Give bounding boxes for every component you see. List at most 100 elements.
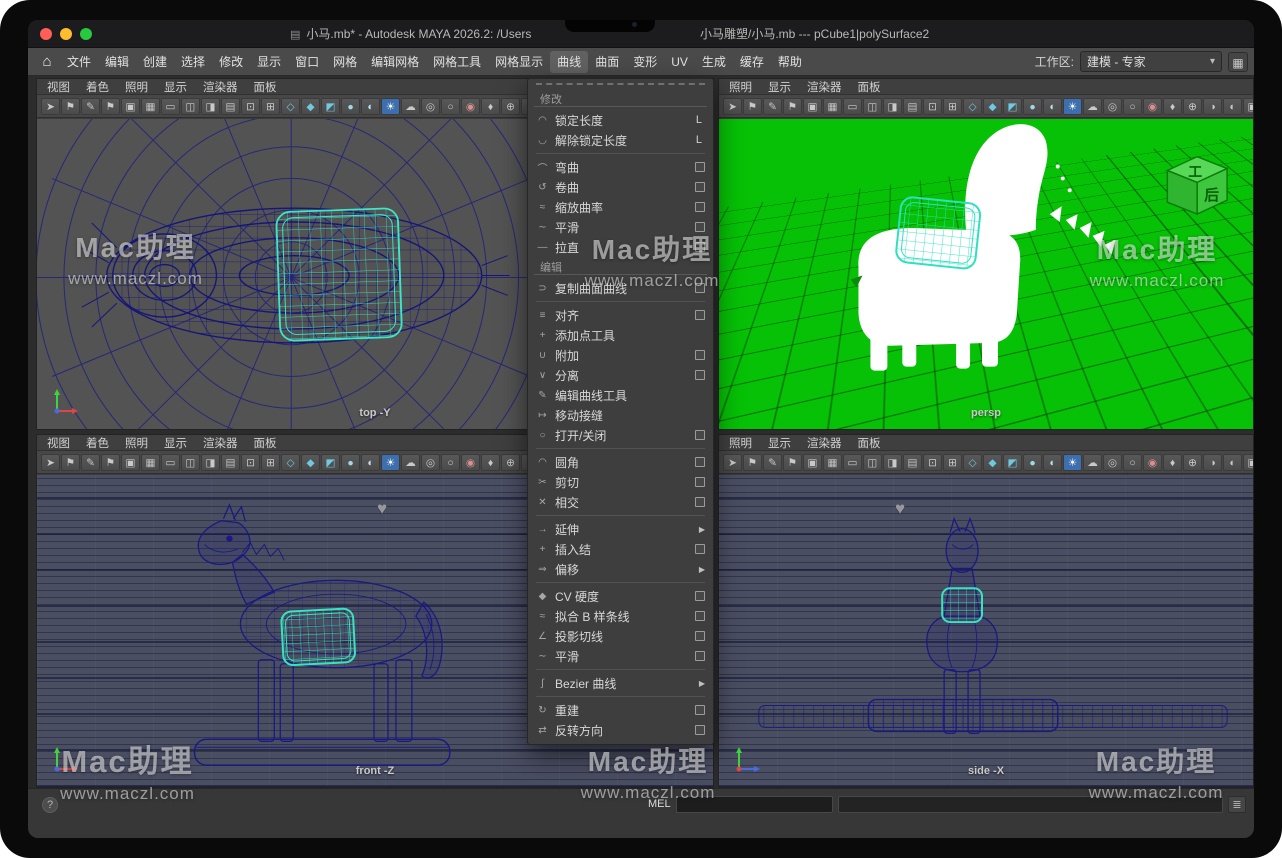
toolbar-shadows-icon[interactable]: ☁ (401, 454, 420, 471)
toolbar-joints-xray-icon[interactable]: ⊕ (1183, 454, 1202, 471)
toolbar-image-plane-icon[interactable]: ▣ (803, 98, 822, 115)
menu-create[interactable]: 创建 (136, 51, 174, 73)
toolbar-safe-title-icon[interactable]: ⊞ (943, 98, 962, 115)
toolbar-gate-mask-icon[interactable]: ◨ (201, 98, 220, 115)
panel-menu-item[interactable]: 着色 (78, 79, 117, 95)
menu-windows[interactable]: 窗口 (288, 51, 326, 73)
option-box-icon[interactable] (695, 202, 705, 212)
script-editor-icon[interactable]: ≣ (1228, 796, 1246, 813)
menu-display[interactable]: 显示 (250, 51, 288, 73)
mel-command-input[interactable] (676, 796, 833, 813)
panel-menu-item[interactable]: 视图 (39, 79, 78, 95)
toolbar-camera-icon[interactable]: ▣ (1243, 454, 1253, 471)
menu-deform[interactable]: 变形 (626, 51, 664, 73)
toolbar-grid-icon[interactable]: ▦ (823, 98, 842, 115)
panel-menu-item[interactable]: 渲染器 (799, 435, 850, 451)
toolbar-image-plane-icon[interactable]: ▣ (121, 98, 140, 115)
toolbar-shadows-icon[interactable]: ☁ (1083, 98, 1102, 115)
menu-modify[interactable]: 修改 (212, 51, 250, 73)
menu-item-smooth-2[interactable]: ∼ 平滑 ▶ (528, 646, 713, 666)
toolbar-lock-camera-icon[interactable]: ⚑ (61, 98, 80, 115)
toolbar-xray-icon[interactable]: ♦ (481, 454, 500, 471)
panel-menu-item[interactable]: 渲染器 (195, 79, 246, 95)
panel-menu-item[interactable]: 面板 (246, 435, 285, 451)
menu-item-offset[interactable]: ⇒ 偏移 ▶ (528, 559, 713, 579)
toolbar-gamma-icon[interactable]: ◐ (1223, 454, 1242, 471)
toolbar-grid-icon[interactable]: ▦ (141, 454, 160, 471)
toolbar-select-camera-icon[interactable]: ➤ (41, 454, 60, 471)
option-box-icon[interactable] (695, 430, 705, 440)
toolbar-joints-xray-icon[interactable]: ⊕ (1183, 98, 1202, 115)
menu-uv[interactable]: UV (664, 51, 695, 73)
menu-item-cv-hardness[interactable]: ◆ CV 硬度 ▶ (528, 586, 713, 606)
mel-label[interactable]: MEL (648, 798, 671, 810)
option-box-icon[interactable] (695, 310, 705, 320)
toolbar-xray-icon[interactable]: ♦ (1163, 454, 1182, 471)
toolbar-ambient-occlusion-icon[interactable]: ◎ (421, 98, 440, 115)
toolbar-wireframe-mode-icon[interactable]: ◇ (281, 454, 300, 471)
option-box-icon[interactable] (695, 651, 705, 661)
toolbar-wireframe-mode-icon[interactable]: ◇ (963, 98, 982, 115)
toolbar-joints-xray-icon[interactable]: ⊕ (501, 98, 520, 115)
toolbar-ambient-occlusion-icon[interactable]: ◎ (421, 454, 440, 471)
menu-item-detach[interactable]: ∨ 分离 ▶ (528, 365, 713, 385)
viewport-persp[interactable]: 照明显示渲染器面板 ➤⚑✎⚑▣▦▭◫◨▤⊡⊞◇◆◩●◐☀☁◎○◉♦⊕◑◐▣ (718, 78, 1254, 430)
menu-item-open-close[interactable]: ○ 打开/关闭 ▶ (528, 425, 713, 445)
panel-menu-item[interactable]: 显示 (760, 79, 799, 95)
toolbar-resolution-gate-icon[interactable]: ◫ (863, 98, 882, 115)
toolbar-all-lights-icon[interactable]: ☀ (1063, 98, 1082, 115)
menu-item-straighten[interactable]: — 拉直 ▶ (528, 237, 713, 257)
option-box-icon[interactable] (695, 370, 705, 380)
curves-menu-item[interactable]: ▶ (536, 696, 705, 697)
toolbar-material-ball-icon[interactable]: ● (341, 454, 360, 471)
curves-menu-item[interactable]: ▶ (536, 301, 705, 302)
toolbar-wireframe-mode-icon[interactable]: ◇ (963, 454, 982, 471)
toolbar-select-camera-icon[interactable]: ➤ (41, 98, 60, 115)
toolbar-all-lights-icon[interactable]: ☀ (381, 454, 400, 471)
curves-menu-item[interactable]: 编辑 ▶ (534, 259, 707, 275)
toolbar-safe-title-icon[interactable]: ⊞ (943, 454, 962, 471)
toolbar-material-ball-icon[interactable]: ● (1023, 98, 1042, 115)
menu-item-scale-curvature[interactable]: ≈ 缩放曲率 ▶ (528, 197, 713, 217)
toolbar-shaded-mode-icon[interactable]: ◆ (983, 454, 1002, 471)
menu-select[interactable]: 选择 (174, 51, 212, 73)
curves-menu-item[interactable]: ▶ (536, 153, 705, 154)
toolbar-joints-xray-icon[interactable]: ⊕ (501, 454, 520, 471)
menu-item-fillet[interactable]: ◠ 圆角 ▶ (528, 452, 713, 472)
toolbar-xray-icon[interactable]: ♦ (481, 98, 500, 115)
menu-item-rebuild[interactable]: ↻ 重建 ▶ (528, 700, 713, 720)
panel-menu-item[interactable]: 照明 (117, 435, 156, 451)
curves-menu-item[interactable]: ▶ (536, 582, 705, 583)
menu-help[interactable]: 帮助 (771, 51, 809, 73)
menu-curves[interactable]: 曲线 (550, 51, 588, 73)
toolbar-isolate-select-icon[interactable]: ◉ (1143, 98, 1162, 115)
menu-item-curve-editing-tool[interactable]: ✎ 编辑曲线工具 ▶ (528, 385, 713, 405)
panel-menu-item[interactable]: 面板 (850, 435, 889, 451)
panel-menu-item[interactable]: 显示 (156, 435, 195, 451)
toolbar-resolution-gate-icon[interactable]: ◫ (181, 98, 200, 115)
toolbar-isolate-select-icon[interactable]: ◉ (461, 454, 480, 471)
menu-item-curl[interactable]: ↺ 卷曲 ▶ (528, 177, 713, 197)
menu-item-align[interactable]: ≡ 对齐 ▶ (528, 305, 713, 325)
menu-item-bend[interactable]: ⌒ 弯曲 ▶ (528, 157, 713, 177)
option-box-icon[interactable] (695, 631, 705, 641)
option-box-icon[interactable] (695, 705, 705, 715)
option-box-icon[interactable] (695, 611, 705, 621)
option-box-icon[interactable] (695, 350, 705, 360)
toolbar-exposure-icon[interactable]: ◑ (1203, 98, 1222, 115)
toolbar-field-chart-icon[interactable]: ▤ (903, 98, 922, 115)
panel-menu-item[interactable]: 显示 (760, 435, 799, 451)
help-icon[interactable]: ? (42, 797, 58, 813)
panel-menu-item[interactable]: 照明 (721, 435, 760, 451)
curves-menu-item[interactable]: ▶ (536, 448, 705, 449)
menu-mesh-tools[interactable]: 网格工具 (426, 51, 488, 73)
toolbar-shaded-mode-icon[interactable]: ◆ (301, 98, 320, 115)
option-box-icon[interactable] (695, 457, 705, 467)
toolbar-anti-alias-icon[interactable]: ○ (1123, 98, 1142, 115)
toolbar-image-plane-icon[interactable]: ▣ (803, 454, 822, 471)
toolbar-shadows-icon[interactable]: ☁ (401, 98, 420, 115)
menu-item-duplicate-surface-curves[interactable]: ⊃ 复制曲面曲线 ▶ (528, 278, 713, 298)
toolbar-textured-mode-icon[interactable]: ◩ (1003, 98, 1022, 115)
toolbar-lock-camera-icon[interactable]: ⚑ (743, 98, 762, 115)
option-box-icon[interactable] (695, 162, 705, 172)
